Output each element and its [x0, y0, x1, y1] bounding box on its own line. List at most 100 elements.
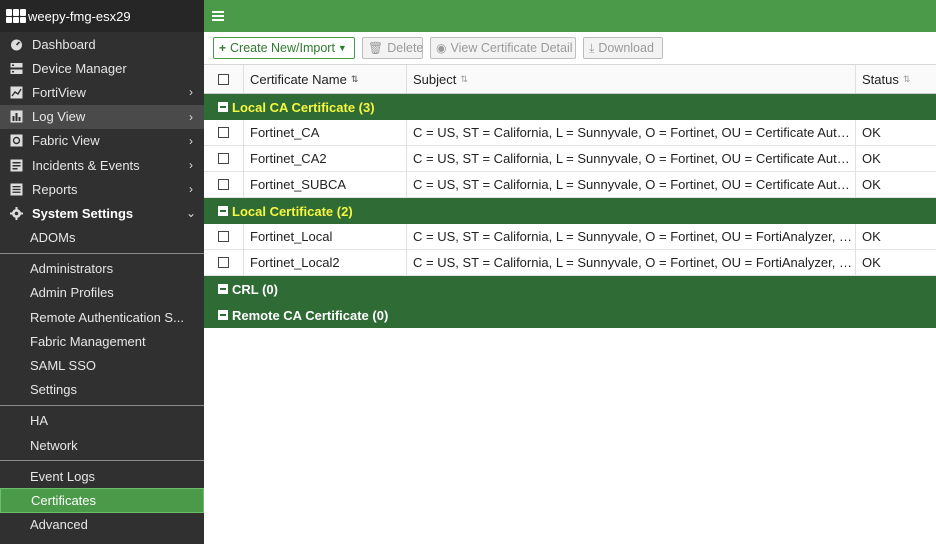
- divider: [0, 404, 204, 406]
- header-status[interactable]: Status ⇅: [856, 65, 936, 93]
- cell-name: Fortinet_Local: [244, 224, 407, 249]
- collapse-icon: [218, 206, 228, 216]
- sub-advanced[interactable]: Advanced: [0, 513, 204, 537]
- sub-administrators[interactable]: Administrators: [0, 257, 204, 281]
- row-check-cell: [204, 120, 244, 145]
- sort-icon: ⇅: [902, 73, 911, 84]
- divider: [0, 460, 204, 462]
- incidents-icon: [10, 159, 23, 172]
- nav-fortiview[interactable]: FortiView ›: [0, 80, 204, 104]
- header-subject[interactable]: Subject ⇅: [407, 65, 856, 93]
- group-local-certificate[interactable]: Local Certificate (2): [204, 198, 936, 224]
- table-row[interactable]: Fortinet_CA C = US, ST = California, L =…: [204, 120, 936, 146]
- divider: [0, 252, 204, 254]
- header-certificate-name[interactable]: Certificate Name ⇅: [244, 65, 407, 93]
- nav-fabric-view[interactable]: Fabric View ›: [0, 129, 204, 153]
- sort-icon: ⇅: [460, 73, 468, 84]
- row-check-cell: [204, 250, 244, 275]
- download-label: Download: [598, 41, 654, 55]
- header-label: Subject: [413, 71, 457, 87]
- select-all-checkbox[interactable]: [218, 73, 229, 85]
- certificates-table: Certificate Name ⇅ Subject ⇅ Status ⇅ Lo…: [204, 64, 936, 328]
- select-all-cell: [204, 65, 244, 93]
- view-certificate-detail-button[interactable]: ◉ View Certificate Detail: [430, 37, 576, 59]
- nav-log-view[interactable]: Log View ›: [0, 104, 204, 129]
- sub-admin-profiles[interactable]: Admin Profiles: [0, 281, 204, 305]
- nav-dashboard[interactable]: Dashboard: [0, 32, 204, 56]
- nav-label: Dashboard: [32, 36, 96, 52]
- chevron-right-icon: ›: [189, 133, 193, 148]
- sub-adoms[interactable]: ADOMs: [0, 226, 204, 250]
- cell-name: Fortinet_SUBCA: [244, 172, 407, 197]
- group-local-ca-certificate[interactable]: Local CA Certificate (3): [204, 94, 936, 120]
- sidebar: weepy-fmg-esx29 Dashboard Device Manager…: [0, 0, 204, 544]
- chevron-down-icon: ⌄: [186, 206, 197, 221]
- row-checkbox[interactable]: [218, 257, 229, 268]
- plus-icon: +: [219, 41, 227, 55]
- cell-subject: C = US, ST = California, L = Sunnyvale, …: [407, 120, 856, 145]
- chevron-right-icon: ›: [189, 85, 193, 100]
- toolbar: + Create New/Import ▼ 🗑︎ Delete ◉ View C…: [204, 32, 936, 64]
- group-remote-ca-certificate[interactable]: Remote CA Certificate (0): [204, 302, 936, 328]
- download-button[interactable]: ⤓ Download: [583, 37, 663, 59]
- chevron-right-icon: ›: [189, 182, 193, 197]
- table-row[interactable]: Fortinet_Local2 C = US, ST = California,…: [204, 250, 936, 276]
- sub-event-logs[interactable]: Event Logs: [0, 464, 204, 488]
- cell-subject: C = US, ST = California, L = Sunnyvale, …: [407, 172, 856, 197]
- sub-settings[interactable]: Settings: [0, 378, 204, 402]
- table-row[interactable]: Fortinet_Local C = US, ST = California, …: [204, 224, 936, 250]
- reports-icon: [10, 183, 23, 196]
- trash-icon: 🗑︎: [368, 41, 384, 55]
- nav-label: Log View: [32, 109, 86, 125]
- row-check-cell: [204, 172, 244, 197]
- create-new-import-button[interactable]: + Create New/Import ▼: [213, 37, 355, 59]
- sub-remote-authentication[interactable]: Remote Authentication S...: [0, 305, 204, 329]
- cell-status: OK: [862, 151, 881, 166]
- group-label: Local Certificate (2): [232, 203, 353, 219]
- sub-fabric-management[interactable]: Fabric Management: [0, 329, 204, 353]
- cell-subject: C = US, ST = California, L = Sunnyvale, …: [407, 224, 856, 249]
- nav-device-manager[interactable]: Device Manager: [0, 56, 204, 80]
- collapse-icon: [218, 102, 228, 112]
- delete-button[interactable]: 🗑︎ Delete: [362, 37, 423, 59]
- nav-label: Device Manager: [32, 60, 127, 76]
- delete-label: Delete: [387, 41, 424, 55]
- header-label: Status: [862, 71, 899, 87]
- table-row[interactable]: Fortinet_CA2 C = US, ST = California, L …: [204, 146, 936, 172]
- nav-system-settings[interactable]: System Settings ⌄: [0, 201, 204, 225]
- collapse-icon: [218, 310, 228, 320]
- row-checkbox[interactable]: [218, 231, 229, 242]
- sort-asc-icon: ⇅: [350, 73, 359, 84]
- device-manager-icon: [10, 62, 23, 75]
- subject-text: C = US, ST = California, L = Sunnyvale, …: [413, 151, 855, 166]
- row-check-cell: [204, 224, 244, 249]
- row-checkbox[interactable]: [218, 179, 229, 190]
- cell-subject: C = US, ST = California, L = Sunnyvale, …: [407, 250, 856, 275]
- table-header: Certificate Name ⇅ Subject ⇅ Status ⇅: [204, 64, 936, 94]
- row-checkbox[interactable]: [218, 153, 229, 164]
- cell-name: Fortinet_CA2: [244, 146, 407, 171]
- nav-reports[interactable]: Reports ›: [0, 177, 204, 201]
- sub-network[interactable]: Network: [0, 433, 204, 457]
- table-row[interactable]: Fortinet_SUBCA C = US, ST = California, …: [204, 172, 936, 198]
- group-crl[interactable]: CRL (0): [204, 276, 936, 302]
- fabric-view-icon: [10, 134, 23, 147]
- row-check-cell: [204, 146, 244, 171]
- nav-label: Fabric View: [32, 133, 100, 149]
- sub-saml-sso[interactable]: SAML SSO: [0, 353, 204, 377]
- cell-status: OK: [862, 229, 881, 244]
- sub-certificates[interactable]: Certificates: [0, 488, 204, 513]
- create-label: Create New/Import: [230, 41, 335, 55]
- subject-text: C = US, ST = California, L = Sunnyvale, …: [413, 229, 855, 244]
- chevron-right-icon: ›: [189, 109, 193, 124]
- sub-ha[interactable]: HA: [0, 409, 204, 433]
- nav-incidents-events[interactable]: Incidents & Events ›: [0, 153, 204, 177]
- cell-subject: C = US, ST = California, L = Sunnyvale, …: [407, 146, 856, 171]
- chevron-down-icon: ▼: [337, 43, 347, 53]
- hamburger-menu-icon[interactable]: [212, 11, 224, 21]
- row-checkbox[interactable]: [218, 127, 229, 138]
- fortiview-icon: [10, 86, 23, 99]
- log-view-icon: [10, 110, 23, 123]
- chevron-right-icon: ›: [189, 158, 193, 173]
- cell-status: OK: [862, 177, 881, 192]
